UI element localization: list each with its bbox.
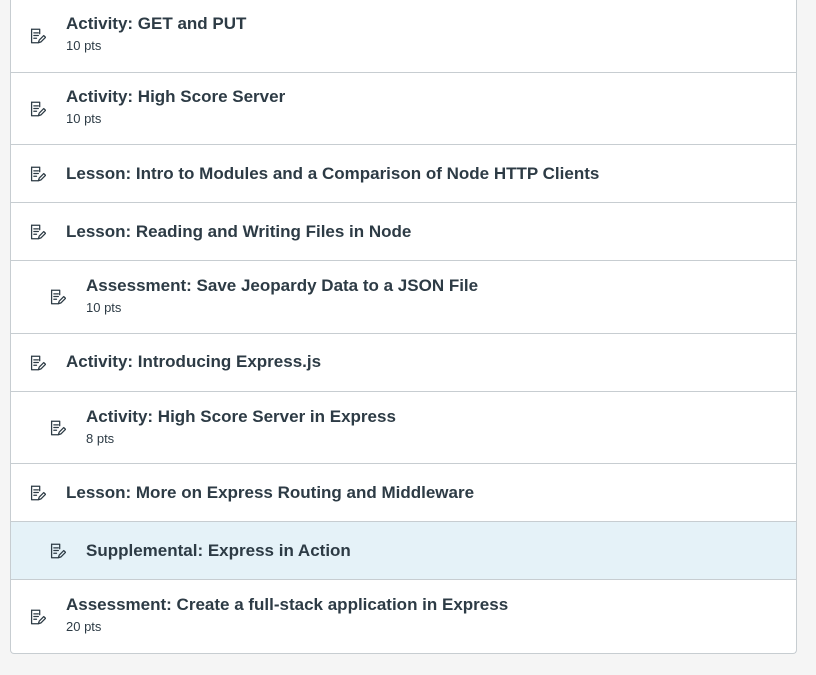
assignment-edit-icon: [28, 484, 46, 502]
item-points: 10 pts: [66, 111, 102, 126]
assignment-edit-icon: [28, 165, 46, 183]
module-item-lesson-intro-modules[interactable]: Lesson: Intro to Modules and a Compariso…: [11, 145, 796, 203]
item-title[interactable]: Activity: Introducing Express.js: [66, 352, 321, 372]
item-points: 10 pts: [66, 38, 102, 53]
module-item-activity-high-score-server[interactable]: Activity: High Score Server 10 pts: [11, 73, 796, 145]
item-title[interactable]: Lesson: Reading and Writing Files in Nod…: [66, 222, 411, 242]
module-item-activity-high-score-express[interactable]: Activity: High Score Server in Express 8…: [11, 392, 796, 464]
assignment-edit-icon: [28, 27, 46, 45]
item-title[interactable]: Activity: High Score Server: [66, 87, 285, 107]
module-item-activity-introducing-express[interactable]: Activity: Introducing Express.js: [11, 334, 796, 392]
item-title[interactable]: Supplemental: Express in Action: [86, 541, 351, 561]
assignment-edit-icon: [48, 288, 66, 306]
assignment-edit-icon: [48, 419, 66, 437]
module-item-lesson-reading-writing-files[interactable]: Lesson: Reading and Writing Files in Nod…: [11, 203, 796, 261]
item-title[interactable]: Activity: GET and PUT: [66, 14, 246, 34]
module-item-assessment-jeopardy-json[interactable]: Assessment: Save Jeopardy Data to a JSON…: [11, 261, 796, 334]
assignment-edit-icon: [48, 542, 66, 560]
module-item-supplemental-express-in-action[interactable]: Supplemental: Express in Action: [11, 522, 796, 580]
assignment-edit-icon: [28, 354, 46, 372]
item-points: 10 pts: [86, 300, 122, 315]
item-title[interactable]: Assessment: Save Jeopardy Data to a JSON…: [86, 276, 478, 296]
assignment-edit-icon: [28, 223, 46, 241]
item-title[interactable]: Lesson: Intro to Modules and a Compariso…: [66, 164, 599, 184]
item-points: 8 pts: [86, 431, 115, 446]
item-title[interactable]: Assessment: Create a full-stack applicat…: [66, 595, 508, 615]
module-items-list: Activity: GET and PUT 10 pts Activity: H…: [10, 0, 797, 654]
item-points: 20 pts: [66, 619, 102, 634]
assignment-edit-icon: [28, 608, 46, 626]
module-item-activity-get-put[interactable]: Activity: GET and PUT 10 pts: [11, 0, 796, 73]
item-title[interactable]: Lesson: More on Express Routing and Midd…: [66, 483, 474, 503]
module-item-lesson-express-routing[interactable]: Lesson: More on Express Routing and Midd…: [11, 464, 796, 522]
assignment-edit-icon: [28, 100, 46, 118]
item-title[interactable]: Activity: High Score Server in Express: [86, 407, 396, 427]
module-item-assessment-full-stack[interactable]: Assessment: Create a full-stack applicat…: [11, 580, 796, 653]
